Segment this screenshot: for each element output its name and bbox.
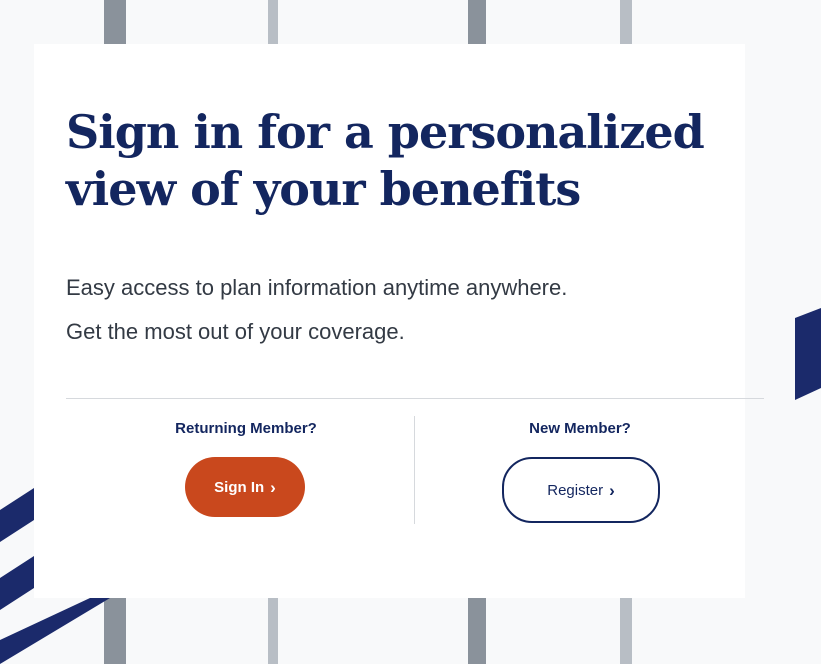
stripe-left-middle (0, 556, 34, 610)
returning-member-label: Returning Member? (175, 420, 317, 437)
sign-in-button[interactable]: Sign In › (185, 457, 305, 517)
headline-line-2: view of your benefits (66, 162, 581, 216)
chevron-right-icon: › (270, 477, 276, 497)
headline-line-1: Sign in for a personalized (66, 105, 705, 159)
subtext-line-2: Get the most out of your coverage. (66, 319, 405, 344)
chevron-right-icon: › (609, 480, 615, 500)
stripe-left-upper (0, 488, 34, 542)
sign-in-card: Sign in for a personalized view of your … (34, 44, 764, 598)
stripe-left-lower (0, 598, 110, 664)
register-button[interactable]: Register › (502, 457, 660, 523)
page-title: Sign in for a personalized view of your … (66, 104, 736, 218)
stripe-right (795, 308, 821, 400)
horizontal-divider (66, 398, 764, 399)
vertical-divider (414, 416, 415, 524)
sign-in-button-label: Sign In (214, 478, 265, 496)
hero-description: Easy access to plan information anytime … (66, 266, 746, 354)
register-button-label: Register (547, 481, 604, 499)
new-member-label: New Member? (529, 420, 631, 437)
subtext-line-1: Easy access to plan information anytime … (66, 275, 568, 300)
